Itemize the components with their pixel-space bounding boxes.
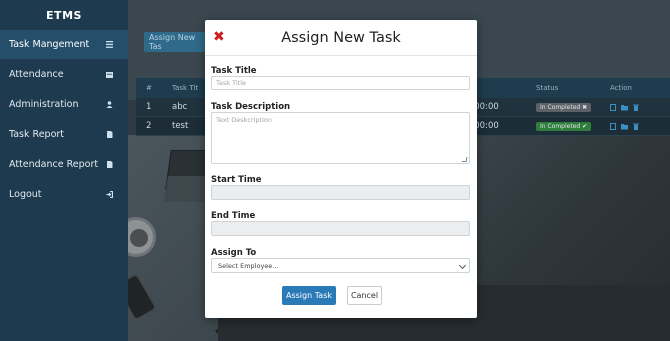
document-icon xyxy=(107,131,113,138)
assign-task-modal: ✖ Assign New Task Task Title Task Descri… xyxy=(205,20,477,318)
list-icon xyxy=(106,41,113,48)
row-task-title: test xyxy=(172,121,189,131)
sidebar-item-task-report[interactable]: Task Report xyxy=(0,120,128,149)
task-description-input[interactable] xyxy=(211,112,470,164)
end-time-label: End Time xyxy=(211,211,256,221)
column-header-action: Action xyxy=(610,84,632,92)
row-status: In Completed ✖ xyxy=(536,102,592,112)
assign-task-button[interactable]: Assign Task xyxy=(282,286,336,305)
start-time-input[interactable] xyxy=(211,185,470,200)
row-actions xyxy=(610,103,639,111)
document-icon xyxy=(107,161,113,168)
sidebar-item-attendance-report[interactable]: Attendance Report xyxy=(0,150,128,179)
edit-icon[interactable] xyxy=(610,122,616,130)
edit-icon[interactable] xyxy=(610,103,616,111)
modal-header: ✖ Assign New Task xyxy=(205,20,477,56)
column-header-status: Status xyxy=(536,84,559,92)
status-badge: In Completed ✖ xyxy=(536,103,592,112)
folder-icon[interactable] xyxy=(621,123,628,130)
modal-title: Assign New Task xyxy=(281,30,401,46)
task-description-label: Task Description xyxy=(211,102,291,112)
trash-icon[interactable] xyxy=(633,123,639,130)
assign-new-task-button[interactable]: Assign New Tas xyxy=(144,32,206,52)
task-title-input[interactable] xyxy=(211,76,470,90)
assign-to-label: Assign To xyxy=(211,248,257,258)
folder-icon[interactable] xyxy=(621,104,628,111)
logout-icon xyxy=(106,191,113,198)
task-title-label: Task Title xyxy=(211,66,257,76)
sidebar-item-label: Logout xyxy=(9,189,42,200)
end-time-input[interactable] xyxy=(211,221,470,236)
cancel-button[interactable]: Cancel xyxy=(347,286,382,305)
sidebar-item-administration[interactable]: Administration xyxy=(0,90,128,119)
sidebar-item-label: Attendance xyxy=(9,69,64,80)
assign-to-select[interactable]: Select Employee... xyxy=(211,258,470,273)
row-status: In Completed ✔ xyxy=(536,121,592,131)
sidebar-item-attendance[interactable]: Attendance xyxy=(0,60,128,89)
chevron-down-icon xyxy=(458,261,467,270)
row-actions xyxy=(610,122,639,130)
status-badge: In Completed ✔ xyxy=(536,122,592,131)
sidebar-nav: Task Mangement Attendance Administration… xyxy=(0,30,128,210)
brand-logo: ETMS xyxy=(46,8,82,22)
sidebar-item-label: Task Report xyxy=(9,129,65,140)
column-header-task-title: Task Tit xyxy=(172,84,199,92)
row-task-title: abc xyxy=(172,102,188,112)
trash-icon[interactable] xyxy=(633,104,639,111)
sidebar-item-logout[interactable]: Logout xyxy=(0,180,128,209)
task-description-wrap xyxy=(211,112,470,164)
column-header-number: # xyxy=(146,84,152,92)
row-number: 1 xyxy=(146,102,152,112)
sidebar-item-label: Task Mangement xyxy=(9,39,90,50)
sidebar-item-label: Attendance Report xyxy=(9,159,99,170)
coffee-image xyxy=(130,229,148,247)
calendar-icon xyxy=(106,72,113,78)
start-time-label: Start Time xyxy=(211,175,262,185)
sidebar-item-label: Administration xyxy=(9,99,79,110)
sidebar: ETMS Task Mangement Attendance Administr… xyxy=(0,0,128,341)
assign-to-selected: Select Employee... xyxy=(218,262,279,270)
row-number: 2 xyxy=(146,121,152,131)
sidebar-item-task-management[interactable]: Task Mangement xyxy=(0,30,128,59)
resize-handle-icon[interactable] xyxy=(461,157,468,162)
user-icon xyxy=(106,101,113,108)
